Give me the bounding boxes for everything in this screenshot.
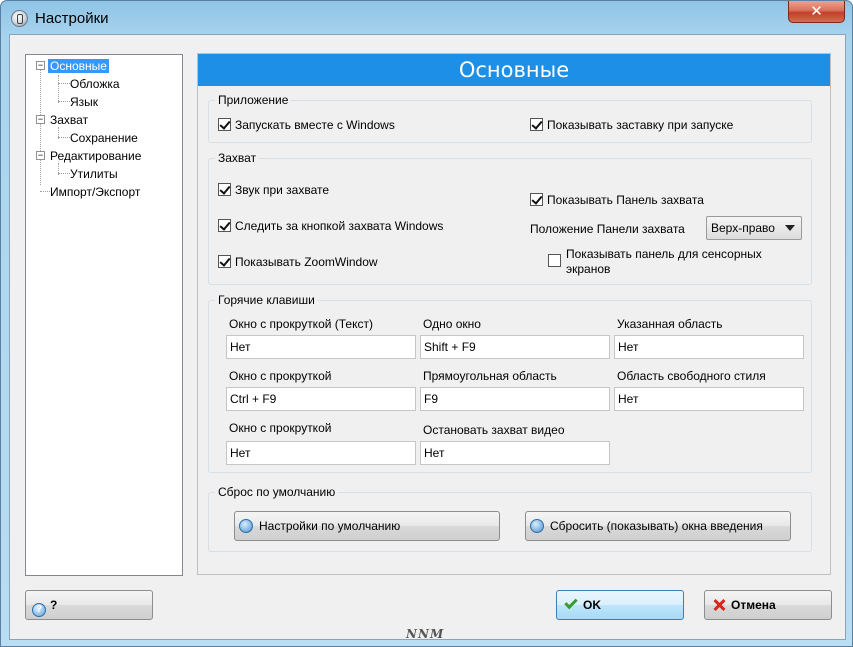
hotkey-label: Указанная область (617, 317, 723, 331)
tree-item-label: Основные (48, 59, 109, 73)
checkbox-checked-icon (218, 118, 231, 131)
group-label: Сброс по умолчанию (215, 485, 339, 499)
checkbox-label: Показывать заставку при запуске (547, 118, 734, 132)
tree-item-label: Захват (50, 113, 89, 127)
hotkey-input-rectangular-area[interactable]: F9 (420, 387, 610, 411)
hotkey-label: Остановать захват видео (423, 423, 565, 437)
select-value: Верх-право (711, 221, 775, 235)
hotkey-input-specified-area[interactable]: Нет (614, 335, 804, 359)
hotkeys-group: Горячие клавиши Окно с прокруткой (Текст… (208, 293, 812, 473)
checkbox-checked-icon (530, 193, 543, 206)
reset-intro-windows-button[interactable]: Сбросить (показывать) окна введения (525, 511, 791, 541)
hotkey-input-scroll-window[interactable]: Ctrl + F9 (226, 387, 416, 411)
show-zoomwindow-checkbox[interactable]: Показывать ZoomWindow (218, 254, 378, 270)
cancel-button[interactable]: Отмена (704, 590, 832, 620)
checkbox-label: Следить за кнопкой захвата Windows (235, 219, 444, 233)
collapse-icon[interactable]: − (36, 115, 45, 124)
settings-panel: Основные Приложение Запускать вместе с W… (197, 53, 831, 575)
hotkey-label: Прямоугольная область (423, 369, 557, 383)
hotkey-label: Окно с прокруткой (Текст) (229, 317, 373, 331)
close-button[interactable]: ✕ (788, 1, 845, 23)
close-icon (713, 599, 725, 611)
button-label: Сбросить (показывать) окна введения (550, 519, 763, 533)
reset-icon (530, 519, 544, 533)
hotkey-label: Окно с прокруткой (229, 369, 332, 383)
checkbox-label: Запускать вместе с Windows (235, 118, 395, 132)
ok-button[interactable]: OK (556, 590, 684, 620)
checkbox-checked-icon (218, 255, 231, 268)
hotkey-input-stop-video[interactable]: Нет (420, 441, 610, 465)
chevron-down-icon (785, 225, 795, 231)
group-label: Горячие клавиши (215, 293, 318, 307)
group-label: Приложение (215, 93, 292, 107)
checkbox-label: Показывать панель для сенсорных экранов (566, 247, 762, 276)
hotkey-label: Область свободного стиля (617, 369, 766, 383)
checkbox-label: Звук при захвате (235, 183, 330, 197)
checkbox-unchecked-icon (548, 254, 561, 267)
restore-defaults-button[interactable]: Настройки по умолчанию (234, 511, 500, 541)
group-label: Захват (215, 151, 260, 165)
panel-position-select[interactable]: Верх-право (706, 216, 802, 240)
tree-item-label: Импорт/Экспорт (50, 185, 141, 199)
tree-item-label: Редактирование (50, 149, 142, 163)
help-button[interactable]: ?? (25, 590, 153, 620)
hotkey-label: Одно окно (423, 317, 481, 331)
checkbox-label: Показывать Панель захвата (547, 193, 704, 207)
reset-group: Сброс по умолчанию Настройки по умолчани… (208, 485, 812, 552)
tree-item-language[interactable]: Язык (68, 94, 100, 110)
dialog-client-area: − − − Основные Обложка Язык Захват Сохра… (9, 34, 846, 640)
tree-item-skin[interactable]: Обложка (68, 76, 122, 92)
tree-item-label: Обложка (70, 77, 120, 91)
tree-item-editing[interactable]: Редактирование (48, 148, 143, 164)
tree-item-general[interactable]: Основные (48, 58, 109, 74)
tree-item-capture[interactable]: Захват (48, 112, 90, 128)
show-splash-checkbox[interactable]: Показывать заставку при запуске (530, 117, 733, 133)
tree-item-label: Сохранение (70, 131, 138, 145)
collapse-icon[interactable]: − (36, 61, 45, 70)
track-capture-button-checkbox[interactable]: Следить за кнопкой захвата Windows (218, 218, 443, 234)
checkbox-checked-icon (530, 118, 543, 131)
hotkey-input-single-window[interactable]: Shift + F9 (420, 335, 610, 359)
button-label: ? (50, 598, 58, 612)
collapse-icon[interactable]: − (36, 151, 45, 160)
reset-icon (239, 519, 253, 533)
settings-tree[interactable]: − − − Основные Обложка Язык Захват Сохра… (25, 54, 183, 576)
tree-connector (40, 67, 41, 185)
panel-title: Основные (198, 54, 830, 86)
application-group: Приложение Запускать вместе с Windows По… (208, 93, 812, 143)
button-label: OK (583, 598, 601, 612)
panel-position-label: Положение Панели захвата (530, 222, 685, 236)
capture-group: Захват Звук при захвате Следить за кнопк… (208, 151, 812, 285)
start-with-windows-checkbox[interactable]: Запускать вместе с Windows (218, 117, 395, 133)
hotkey-input-freehand-area[interactable]: Нет (614, 387, 804, 411)
checkbox-checked-icon (218, 219, 231, 232)
settings-window: Настройки ✕ − − − Основные Обложка Язык … (0, 0, 853, 647)
tree-item-label: Утилиты (70, 167, 118, 181)
checkbox-label: Показывать ZoomWindow (235, 255, 378, 269)
show-capture-panel-checkbox[interactable]: Показывать Панель захвата (530, 192, 704, 208)
title-bar[interactable]: Настройки ✕ (1, 1, 853, 35)
checkbox-checked-icon (218, 183, 231, 196)
button-label: Настройки по умолчанию (259, 519, 401, 533)
app-icon (11, 10, 28, 27)
hotkey-input-scroll-text[interactable]: Нет (226, 335, 416, 359)
tree-item-saving[interactable]: Сохранение (68, 130, 140, 146)
checkmark-icon (564, 595, 578, 610)
tree-connector (58, 75, 59, 103)
touch-panel-checkbox[interactable]: Показывать панель для сенсорных экранов (548, 247, 788, 276)
window-title: Настройки (35, 10, 109, 27)
hotkey-label: Окно с прокруткой (229, 421, 332, 435)
tree-item-utilities[interactable]: Утилиты (68, 166, 120, 182)
help-icon: ? (32, 603, 46, 617)
hotkey-input-scroll-window-2[interactable]: Нет (226, 441, 416, 465)
capture-sound-checkbox[interactable]: Звук при захвате (218, 182, 329, 198)
tree-item-import-export[interactable]: Импорт/Экспорт (48, 184, 142, 200)
button-label: Отмена (731, 598, 776, 612)
watermark: NNM (406, 627, 445, 641)
tree-item-label: Язык (70, 95, 99, 109)
